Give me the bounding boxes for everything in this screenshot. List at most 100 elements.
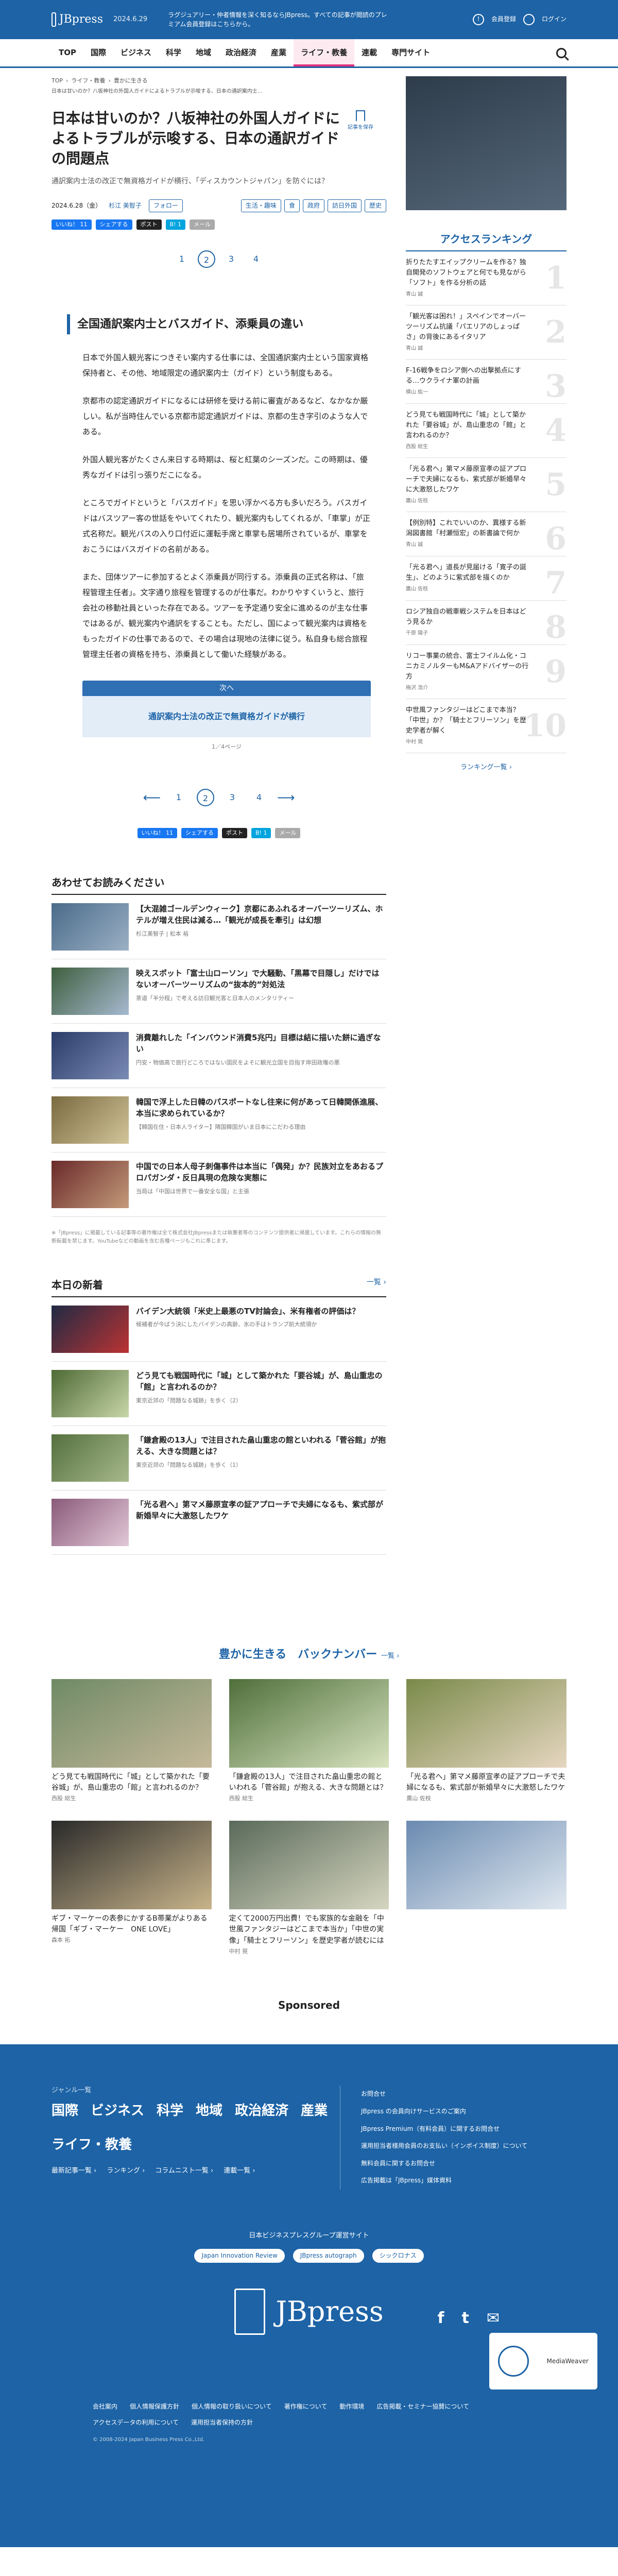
ranking-item[interactable]: 3 F-16戦争をロシア側への出撃拠点にする…ウクライナ軍の計画 横山 紘一 <box>406 360 566 404</box>
footer-genre[interactable]: ライフ・教養 <box>52 2134 132 2156</box>
ranking-item[interactable]: 8 ロシア独自の戦車戦システムを日本はどう見るか 千原 陽子 <box>406 601 566 646</box>
hatena-button[interactable]: B! 1 <box>251 827 271 838</box>
ranking-more-link[interactable]: ランキング一覧 › <box>406 762 566 773</box>
footer-bottom-link[interactable]: 動作環境 <box>339 2402 364 2412</box>
footer-bottom-link[interactable]: 個人情報の取り扱いについて <box>192 2402 272 2412</box>
footer-link[interactable]: 無料会員に関するお問合せ <box>361 2155 527 2173</box>
footer-bottom-link[interactable]: 広告掲載・セミナー協賛について <box>376 2402 469 2412</box>
footer-bottom-link[interactable]: アクセスデータの利用について <box>93 2418 179 2428</box>
nav-science[interactable]: 科学 <box>159 39 188 66</box>
footer-link[interactable]: 運用担当者様用会員のお支払い（インボイス制度）について <box>361 2138 527 2155</box>
backnumber-card[interactable]: ギブ・マーケーの表参にかするB帯業がよりある帰国「ギブ・マーケー ONE LOV… <box>52 1820 212 1956</box>
group-site-link[interactable]: シックロナス <box>372 2248 424 2263</box>
nav-industry[interactable]: 産業 <box>264 39 294 66</box>
backnumber-card[interactable]: どう見ても戦国時代に「城」として築かれた「要谷城」が、島山重忠の「館」と言われる… <box>52 1679 212 1803</box>
today-item[interactable]: どう見ても戦国時代に「城」として築かれた「要谷城」が、島山重忠の「館」と言われる… <box>52 1362 386 1426</box>
footer-sub-link[interactable]: 最新記事一覧 › <box>52 2166 96 2177</box>
today-item[interactable]: 「鎌倉殿の13人」で注目された畠山重忠の館といわれる「菅谷館」が抱える、大きな問… <box>52 1426 386 1490</box>
footer-genre[interactable]: 国際 <box>52 2100 78 2122</box>
ranking-item[interactable]: 4 どう見ても戦国時代に「城」として築かれた「要谷城」が、島山重忠の「館」と言われ… <box>406 404 566 458</box>
backnumber-card[interactable]: 「光る君へ」第マメ藤原宣孝の証アプローチで夫婦になるも、紫式部が新婚早々に大激怒… <box>406 1679 566 1803</box>
group-site-link[interactable]: Japan Innovation Review <box>194 2248 285 2263</box>
also-read-item[interactable]: 映えスポット「富士山ローソン」で大騒動、「黒幕で目隠し」だけではないオーバーツー… <box>52 959 386 1024</box>
ranking-item[interactable]: 1 折りたたすエイップクリームを作る？独自開発のソフトウェアと何でも見ながら「ソフ… <box>406 251 566 306</box>
today-item[interactable]: 「光る君へ」第マメ藤原宣孝の証アプローチで夫婦になるも、紫式部が新婚早々に大激怒… <box>52 1490 386 1555</box>
footer-bottom-link[interactable]: 個人情報保護方針 <box>130 2402 179 2412</box>
page-3[interactable]: 3 <box>224 789 241 806</box>
page-3[interactable]: 3 <box>222 250 240 268</box>
tag-item[interactable]: 生活・趣味 <box>241 199 281 213</box>
page-2[interactable]: 2 <box>197 788 214 806</box>
facebook-like-button[interactable]: いいね！ 11 <box>52 219 92 230</box>
footer-bottom-link[interactable]: 会社案内 <box>93 2402 117 2412</box>
page-4[interactable]: 4 <box>250 789 268 806</box>
also-read-item[interactable]: 中国での日本人母子刺傷事件は本当に「偶発」か？民族対立をあおるプロパガンダ・反日… <box>52 1153 386 1217</box>
ranking-item[interactable]: 5 「光る君へ」第マメ藤原宣孝の証アプローチで夫婦になるも、紫式部が新婚早々に大激… <box>406 458 566 512</box>
next-page-box[interactable]: 次へ 通訳案内士法の改正で無資格ガイドが横行 <box>82 680 371 737</box>
footer-sub-link[interactable]: コラムニスト一覧 › <box>155 2166 213 2177</box>
nav-international[interactable]: 国際 <box>83 39 113 66</box>
footer-genre[interactable]: ビジネス <box>91 2100 144 2122</box>
search-icon[interactable] <box>556 47 566 58</box>
footer-logo[interactable]: JBpress <box>0 2288 618 2335</box>
nav-special[interactable]: 専門サイト <box>384 39 437 66</box>
privacy-badge[interactable]: MediaWeaver <box>489 2333 597 2390</box>
footer-sub-link[interactable]: 連載一覧 › <box>224 2166 255 2177</box>
footer-link[interactable]: JBpress の会員向けサービスのご案内 <box>361 2103 527 2121</box>
footer-sub-link[interactable]: ランキング › <box>107 2166 145 2177</box>
page-1[interactable]: 1 <box>173 250 191 268</box>
crumb-top[interactable]: TOP <box>52 76 63 86</box>
next-arrow-icon[interactable]: ⟶ <box>277 788 295 807</box>
x-post-button[interactable]: ポスト <box>136 219 162 230</box>
crumb-yutaka[interactable]: 豊かに生きる <box>114 76 148 86</box>
ranking-item[interactable]: 7 「光る君へ」道長が見届ける「寛子の誕生」、どのように紫式部を描くのか 鷹山 佐枝 <box>406 556 566 601</box>
footer-genre[interactable]: 科学 <box>157 2100 183 2122</box>
tag-item[interactable]: 訪日外国 <box>327 199 362 213</box>
follow-button[interactable]: フォロー <box>148 199 183 213</box>
facebook-share-button[interactable]: シェアする <box>95 219 132 230</box>
bookmark-button[interactable]: 記事を保存 <box>340 108 381 169</box>
footer-link[interactable]: 広告掲載は「JBpress」媒体資料 <box>361 2172 527 2190</box>
sidebar-ad[interactable] <box>406 76 566 210</box>
page-4[interactable]: 4 <box>247 250 265 268</box>
also-read-item[interactable]: 韓国で浮上した日韓のパスポートなし往来に何があって日韓関係進展、本当に求められて… <box>52 1088 386 1153</box>
nav-region[interactable]: 地域 <box>188 39 218 66</box>
today-item[interactable]: バイデン大統領「米史上最悪のTV討論会」、米有権者の評価は？ 候補者が今ばう決にし… <box>52 1297 386 1362</box>
premium-icon[interactable]: ! <box>472 14 484 25</box>
hatena-button[interactable]: B! 1 <box>165 219 185 230</box>
backnumber-more-link[interactable]: 一覧 › <box>381 1652 399 1660</box>
also-read-item[interactable]: 【大混雑ゴールデンウィーク】京都にあふれるオーバーツーリズム、ホテルが増え住民は… <box>52 895 386 959</box>
footer-genre[interactable]: 地域 <box>196 2100 222 2122</box>
mail-icon[interactable]: ✉ <box>487 2306 500 2331</box>
tag-item[interactable]: 歴史 <box>364 199 386 213</box>
nav-top[interactable]: TOP <box>52 39 83 66</box>
mail-button[interactable]: メール <box>189 219 215 230</box>
backnumber-card[interactable]: 「鎌倉殿の13人」で注目された畠山重忠の館といわれる「菅谷館」が抱える、大きな問… <box>229 1679 389 1803</box>
ranking-item[interactable]: 10 中世風ファンタジーはどこまで本当？「中世」か？「騎士とフリーソン」を歴史学者… <box>406 699 566 753</box>
footer-genre[interactable]: 産業 <box>301 2100 328 2122</box>
login-link[interactable]: ログイン <box>542 14 566 24</box>
nav-life[interactable]: ライフ・教養 <box>294 39 355 66</box>
also-read-item[interactable]: 消費離れした「インバウンド消費5兆円」目標は結に描いた餅に過ぎない 円安・物価高で… <box>52 1024 386 1088</box>
nav-series[interactable]: 連載 <box>354 39 384 66</box>
user-icon[interactable] <box>523 14 535 25</box>
nav-business[interactable]: ビジネス <box>113 39 159 66</box>
today-more-link[interactable]: 一覧 › <box>367 1277 386 1293</box>
facebook-like-button[interactable]: いいね！ 11 <box>137 827 178 838</box>
ranking-item[interactable]: 6 【例別特】これでいいのか、異様する新潟図書館「村瀬恒宏」の新書論で何か 青山 誠 <box>406 512 566 557</box>
member-link[interactable]: 会員登録 <box>491 14 516 24</box>
prev-arrow-icon[interactable]: ⟵ <box>143 788 161 807</box>
footer-genre[interactable]: 政治経済 <box>235 2100 288 2122</box>
footer-link[interactable]: JBpress Premium（有料会員）に関するお問合せ <box>361 2121 527 2138</box>
tag-item[interactable]: 政府 <box>302 199 324 213</box>
top-tagline[interactable]: ラグジュアリー・仲者情報を深く知るならJBpress。すべての記事が閲読のプレミ… <box>168 10 389 29</box>
mail-button[interactable]: メール <box>275 827 301 838</box>
page-1[interactable]: 1 <box>170 789 187 806</box>
twitter-icon[interactable]: t <box>462 2306 469 2331</box>
ranking-item[interactable]: 2 「観光客は困れ！」スペインでオーバーツーリズム抗議「パエリアのしょっぱさ」の背… <box>406 306 566 360</box>
facebook-share-button[interactable]: シェアする <box>181 827 218 838</box>
ranking-item[interactable]: 9 リコー事業の統合、富士フイルム化・コニカミノルターもM&Aアドバイザーの行方梅… <box>406 645 566 699</box>
crumb-life[interactable]: ライフ・教養 <box>71 76 105 86</box>
backnumber-card[interactable]: 定くて2000万円出費！でも家族的な金融を「中世風ファンタジーはどこまで本当か」… <box>229 1820 389 1956</box>
group-site-link[interactable]: JBpress autograph <box>293 2248 364 2263</box>
